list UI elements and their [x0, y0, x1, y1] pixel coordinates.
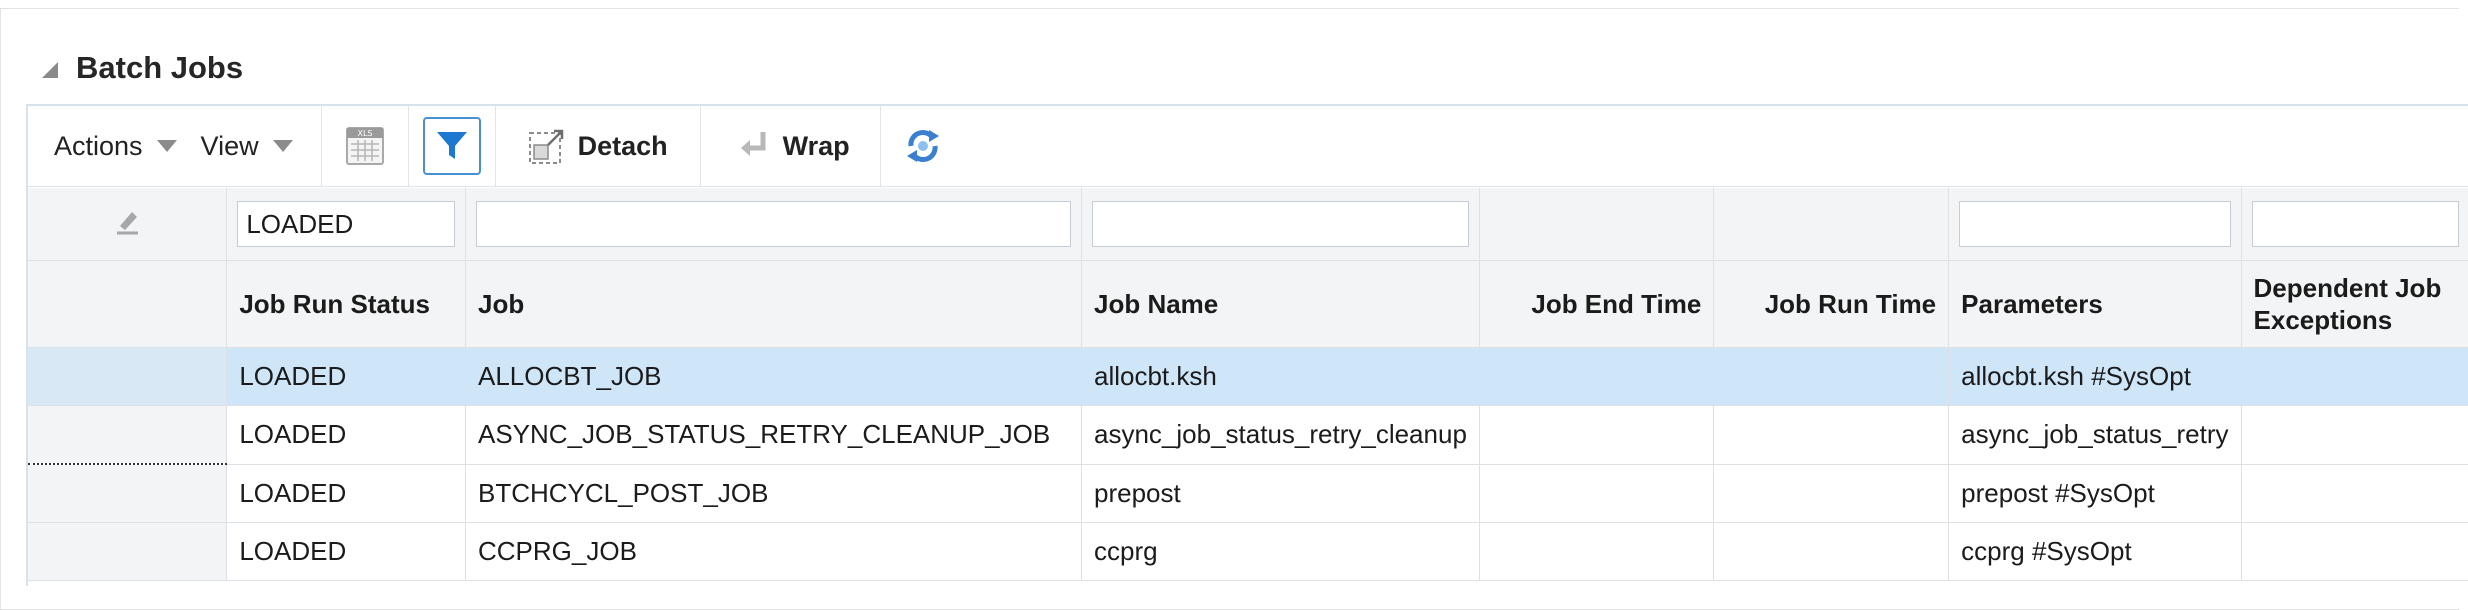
table-row[interactable]: LOADED ASYNC_JOB_STATUS_RETRY_CLEANUP_JO… [28, 405, 2468, 465]
row-header[interactable] [28, 522, 228, 581]
query-by-example-button[interactable] [422, 117, 481, 175]
cell-job: ALLOCBT_JOB [465, 347, 1082, 406]
column-header-job-run-status[interactable]: Job Run Status [226, 260, 466, 348]
column-header-job[interactable]: Job [465, 260, 1082, 348]
cell-dependent-job-exceptions [2241, 464, 2468, 523]
cell-job-end-time [1479, 347, 1715, 406]
toolbar-divider [320, 106, 322, 186]
wrap-button[interactable]: Wrap [739, 130, 850, 162]
filter-cell-job [465, 188, 1082, 261]
toolbar-divider [494, 106, 496, 186]
job-filter-input[interactable] [476, 201, 1071, 247]
table-row[interactable]: LOADED CCPRG_JOB ccprg ccprg #SysOpt [28, 522, 2468, 581]
batch-jobs-table: Job Run Status Job Job Name Job End Time… [28, 188, 2468, 581]
column-header-row: Job Run Status Job Job Name Job End Time… [28, 260, 2468, 348]
cell-job-run-time [1713, 464, 1950, 523]
refresh-button[interactable] [893, 116, 953, 176]
cell-job-name: prepost [1081, 464, 1480, 523]
chevron-down-icon [272, 140, 293, 152]
cell-job: CCPRG_JOB [465, 522, 1082, 581]
clear-filter-icon [117, 211, 139, 234]
collapse-triangle-icon[interactable] [42, 62, 58, 78]
cell-dependent-job-exceptions [2241, 347, 2468, 406]
filter-cell-dependent-job-exceptions [2241, 188, 2468, 261]
column-header-job-name[interactable]: Job Name [1081, 260, 1480, 348]
column-header-parameters[interactable]: Parameters [1948, 260, 2242, 348]
table-row[interactable]: LOADED ALLOCBT_JOB allocbt.ksh allocbt.k… [28, 347, 2468, 406]
detach-label: Detach [577, 130, 668, 161]
toolbar-divider [699, 106, 701, 186]
view-menu-label: View [200, 130, 259, 161]
dependent-job-exceptions-filter-input[interactable] [2251, 201, 2459, 247]
cell-job: BTCHCYCL_POST_JOB [465, 464, 1082, 523]
filter-cell-job-run-status [226, 188, 466, 261]
cell-job-run-status: LOADED [226, 464, 466, 523]
wrap-label: Wrap [782, 130, 850, 161]
row-header[interactable] [28, 347, 228, 406]
table-row[interactable]: LOADED BTCHCYCL_POST_JOB prepost prepost… [28, 464, 2468, 523]
cell-dependent-job-exceptions [2241, 522, 2468, 581]
svg-text:XLS: XLS [357, 129, 372, 138]
toolbar-divider [879, 106, 881, 186]
column-header-job-run-time[interactable]: Job Run Time [1713, 260, 1950, 348]
row-header[interactable] [28, 464, 228, 523]
actions-menu-label: Actions [54, 130, 143, 161]
cell-job-name: allocbt.ksh [1081, 347, 1480, 406]
wrap-icon [740, 132, 766, 156]
toolbar-divider [407, 106, 409, 186]
export-to-excel-button[interactable]: XLS [335, 116, 395, 176]
cell-job-run-time [1713, 405, 1950, 465]
detach-icon [528, 129, 563, 164]
cell-job-run-time [1713, 522, 1950, 581]
filter-row [28, 188, 2468, 261]
job-run-status-filter-input[interactable] [237, 201, 455, 247]
parameters-filter-input[interactable] [1959, 201, 2231, 247]
cell-job-run-status: LOADED [226, 405, 466, 465]
row-header[interactable] [28, 405, 228, 465]
cell-parameters: async_job_status_retry [1948, 405, 2242, 465]
cell-job-name: ccprg [1081, 522, 1480, 581]
cell-job: ASYNC_JOB_STATUS_RETRY_CLEANUP_JOB [465, 405, 1082, 465]
cell-job-run-status: LOADED [226, 522, 466, 581]
section-title: Batch Jobs [76, 50, 244, 85]
chevron-down-icon [156, 140, 177, 152]
actions-menu[interactable]: Actions [54, 131, 177, 162]
section-header: Batch Jobs [42, 48, 243, 88]
batch-jobs-panel: Actions View XLS Detach Wrap LOADED Job … [26, 104, 2468, 586]
view-menu[interactable]: View [201, 131, 293, 162]
row-header-corner [28, 260, 228, 348]
cell-parameters: ccprg #SysOpt [1948, 522, 2242, 581]
xls-export-icon: XLS [345, 127, 384, 165]
job-name-filter-input[interactable] [1092, 201, 1469, 247]
cell-job-end-time [1479, 522, 1715, 581]
filter-cell-job-end-time [1479, 188, 1715, 261]
cell-job-run-status: LOADED [226, 347, 466, 406]
filter-icon [436, 132, 467, 159]
cell-job-end-time [1479, 464, 1715, 523]
filter-cell-parameters [1948, 188, 2242, 261]
detach-button[interactable]: Detach [528, 127, 668, 165]
toolbar: Actions View XLS Detach Wrap [28, 106, 2468, 187]
cell-job-run-time [1713, 347, 1950, 406]
filter-cell-job-name [1081, 188, 1480, 261]
cell-parameters: allocbt.ksh #SysOpt [1948, 347, 2242, 406]
column-header-job-end-time[interactable]: Job End Time [1479, 260, 1715, 348]
cell-job-end-time [1479, 405, 1715, 465]
cell-parameters: prepost #SysOpt [1948, 464, 2242, 523]
refresh-icon [906, 130, 939, 162]
clear-filter-cell[interactable] [28, 188, 228, 261]
cell-job-name: async_job_status_retry_cleanup [1081, 405, 1480, 465]
column-header-dependent-job-exceptions[interactable]: Dependent Job Exceptions [2241, 260, 2468, 348]
cell-dependent-job-exceptions [2241, 405, 2468, 465]
filter-cell-job-run-time [1713, 188, 1950, 261]
